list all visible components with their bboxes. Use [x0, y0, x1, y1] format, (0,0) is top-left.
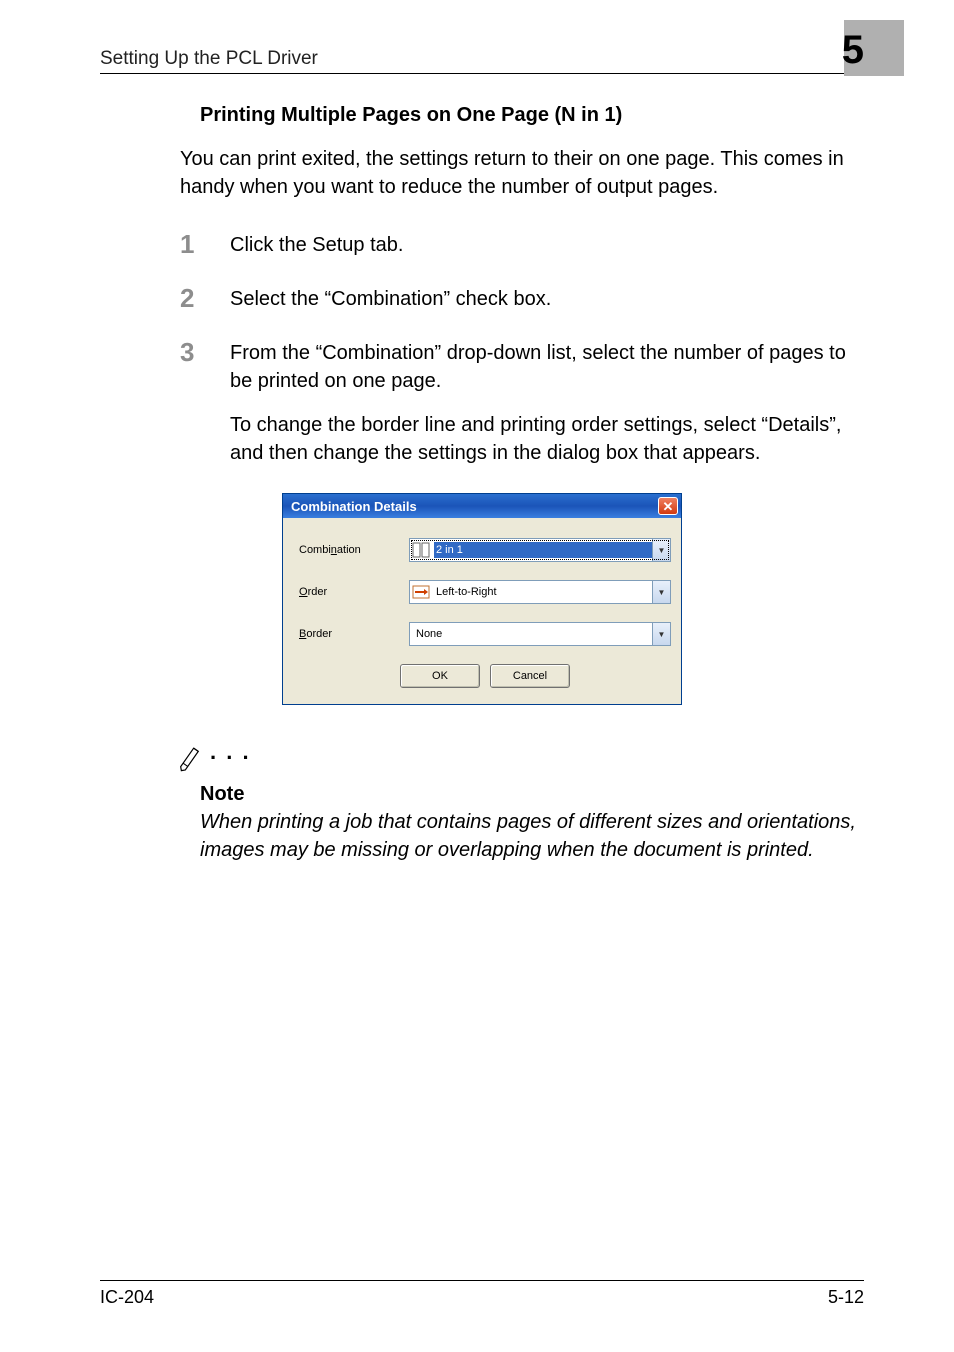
footer-row: IC-204 5-12	[100, 1287, 864, 1308]
border-select[interactable]: None ▼	[409, 622, 671, 646]
combination-details-dialog: Combination Details ✕ Combination	[282, 493, 682, 705]
page-header: Setting Up the PCL Driver 5	[100, 30, 864, 73]
step-number: 1	[180, 231, 230, 259]
step-number: 2	[180, 285, 230, 313]
chapter-indicator: 5	[842, 30, 864, 70]
two-in-one-icon	[412, 541, 430, 559]
step-body: Select the “Combination” check box.	[230, 285, 551, 313]
step-3: 3 From the “Combination” drop-down list,…	[180, 339, 864, 467]
combination-select[interactable]: 2 in 1 ▼	[409, 538, 671, 562]
footer-model: IC-204	[100, 1287, 154, 1308]
ok-button[interactable]: OK	[400, 664, 480, 688]
dialog-title-text: Combination Details	[291, 499, 417, 514]
dialog-titlebar[interactable]: Combination Details ✕	[283, 494, 681, 518]
note-ellipsis-icon: . . .	[210, 739, 251, 765]
section-heading: Printing Multiple Pages on One Page (N i…	[200, 104, 864, 127]
header-section-title: Setting Up the PCL Driver	[100, 48, 318, 70]
header-rule	[100, 73, 864, 74]
footer-page-number: 5-12	[828, 1287, 864, 1308]
chapter-number: 5	[842, 30, 864, 70]
note-text: When printing a job that contains pages …	[200, 808, 864, 864]
step-text: Select the “Combination” check box.	[230, 285, 551, 313]
left-to-right-icon	[412, 583, 430, 601]
intro-paragraph: You can print exited, the settings retur…	[180, 145, 864, 201]
border-value: None	[412, 626, 652, 642]
order-value: Left-to-Right	[434, 584, 652, 600]
page-footer: IC-204 5-12	[100, 1280, 864, 1308]
step-2: 2 Select the “Combination” check box.	[180, 285, 864, 313]
close-button[interactable]: ✕	[658, 497, 678, 515]
dialog-screenshot: Combination Details ✕ Combination	[100, 493, 864, 705]
dialog-buttons: OK Cancel	[299, 664, 671, 688]
chevron-down-icon[interactable]: ▼	[652, 581, 670, 603]
step-text: Click the Setup tab.	[230, 231, 403, 259]
note-icon-row: . . .	[176, 745, 864, 779]
order-select[interactable]: Left-to-Right ▼	[409, 580, 671, 604]
combination-label: Combination	[299, 544, 409, 556]
pencil-icon	[173, 743, 206, 781]
combination-value: 2 in 1	[434, 542, 652, 558]
step-text: From the “Combination” drop-down list, s…	[230, 339, 864, 395]
combination-row: Combination 2 in 1 ▼	[299, 538, 671, 562]
step-text: To change the border line and printing o…	[230, 411, 864, 467]
note-block: . . . Note When printing a job that cont…	[180, 745, 864, 864]
step-body: Click the Setup tab.	[230, 231, 403, 259]
border-row: Border None ▼	[299, 622, 671, 646]
chevron-down-icon[interactable]: ▼	[652, 539, 670, 561]
step-number: 3	[180, 339, 230, 467]
page: Setting Up the PCL Driver 5 Printing Mul…	[0, 0, 954, 1352]
steps-list: 1 Click the Setup tab. 2 Select the “Com…	[180, 231, 864, 467]
cancel-button[interactable]: Cancel	[490, 664, 570, 688]
footer-rule	[100, 1280, 864, 1281]
step-body: From the “Combination” drop-down list, s…	[230, 339, 864, 467]
dialog-body: Combination 2 in 1 ▼	[283, 518, 681, 704]
note-label: Note	[200, 783, 864, 806]
step-1: 1 Click the Setup tab.	[180, 231, 864, 259]
chevron-down-icon[interactable]: ▼	[652, 623, 670, 645]
order-label: Order	[299, 586, 409, 598]
close-icon: ✕	[663, 500, 674, 513]
border-label: Border	[299, 628, 409, 640]
order-row: Order Left-to-Right ▼	[299, 580, 671, 604]
